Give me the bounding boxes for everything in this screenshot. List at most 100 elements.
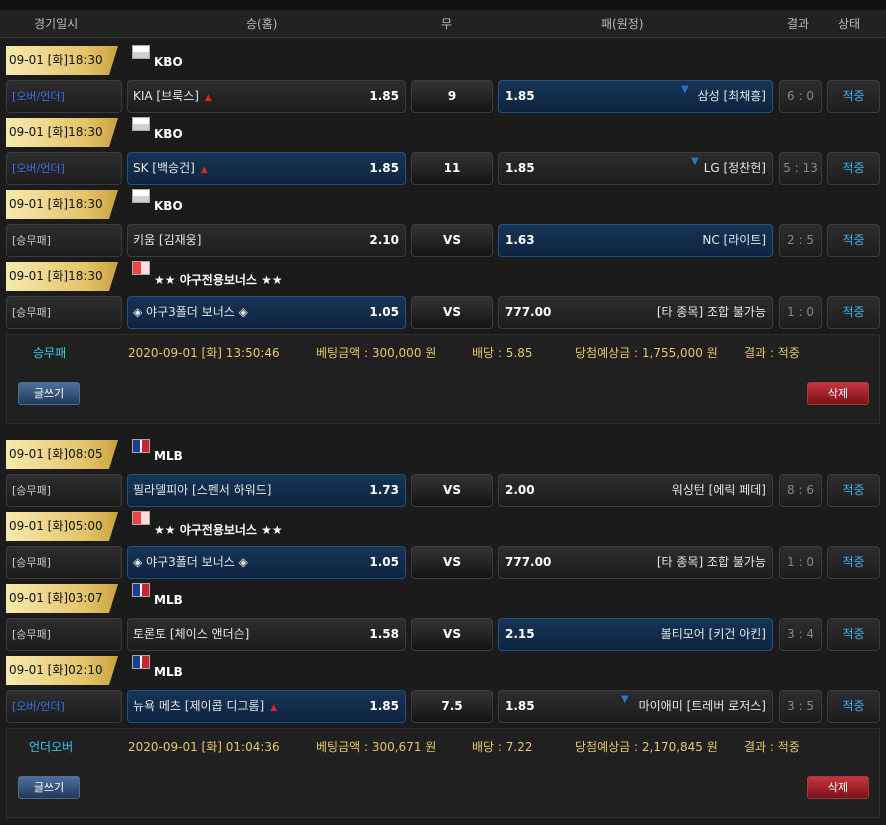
- away-odd: 2.00: [505, 483, 535, 497]
- league-name: KBO: [154, 55, 183, 69]
- game-info-row: 09-01 [화]18:30 KBO: [6, 42, 880, 75]
- write-button[interactable]: 글쓰기: [18, 382, 80, 405]
- status-badge: 적중: [827, 296, 880, 329]
- home-team: KIA [브룩스]: [133, 89, 199, 103]
- away-pick-button[interactable]: 2.00 워싱턴 [에릭 페데]: [498, 474, 773, 507]
- mlb-logo-icon: [132, 583, 150, 597]
- mlb-logo-icon: [132, 655, 150, 669]
- away-pick-button[interactable]: 1.85 ▼ 삼성 [최채흥]: [498, 80, 773, 113]
- summary-odds: 배당 : 7.22: [472, 740, 533, 754]
- game-info-row: 09-01 [화]05:00 ★★ 야구전용보너스 ★★: [6, 508, 880, 541]
- league-name: ★★ 야구전용보너스 ★★: [154, 523, 283, 537]
- summary-kind: 승무패: [33, 346, 67, 360]
- game-date: 09-01 [화]08:05: [6, 440, 118, 469]
- league-name: MLB: [154, 665, 183, 679]
- home-pick-button[interactable]: 토론토 [체이스 앤더슨] 1.58: [127, 618, 406, 651]
- game-result: 2 : 5: [779, 224, 822, 257]
- home-odd: 1.85: [369, 161, 399, 175]
- bet-type: [승무패]: [6, 224, 122, 257]
- bet-row: [오버/언더] KIA [브룩스] ▲ 1.85 9 1.85 ▼ 삼성 [최채흥…: [6, 80, 880, 114]
- summary-expected: 당첨예상금 : 2,170,845 원: [575, 740, 718, 754]
- away-odd: 2.15: [505, 627, 535, 641]
- home-team: SK [백승건]: [133, 161, 195, 175]
- table-header: 경기일시 승(홈) 무 패(원정) 결과 상태: [0, 0, 886, 38]
- away-pick-button[interactable]: 777.00 [타 종목] 조합 불가능: [498, 546, 773, 579]
- game-date: 09-01 [화]18:30: [6, 46, 118, 75]
- home-pick-button[interactable]: 필라델피아 [스펜서 하워드] 1.73: [127, 474, 406, 507]
- summary-odds: 배당 : 5.85: [472, 346, 533, 360]
- home-odd: 2.10: [369, 233, 399, 247]
- home-team: ◈ 야구3폴더 보너스 ◈: [133, 555, 248, 569]
- delete-button[interactable]: 삭제: [807, 382, 869, 405]
- summary-kind: 언더오버: [29, 740, 74, 754]
- away-pick-button[interactable]: 1.63 NC [라이트]: [498, 224, 773, 257]
- bet-row: [승무패] ◈ 야구3폴더 보너스 ◈ 1.05 VS 777.00 [타 종목…: [6, 296, 880, 330]
- bet-row: [승무패] 키움 [김재웅] 2.10 VS 1.63 NC [라이트] 2 :…: [6, 224, 880, 258]
- draw-pick-button[interactable]: 9: [411, 80, 493, 113]
- game-info-row: 09-01 [화]08:05 MLB: [6, 436, 880, 469]
- delete-button[interactable]: 삭제: [807, 776, 869, 799]
- home-pick-button[interactable]: ◈ 야구3폴더 보너스 ◈ 1.05: [127, 546, 406, 579]
- home-team: 뉴욕 메츠 [제이콥 디그롬]: [133, 699, 265, 713]
- home-pick-button[interactable]: 뉴욕 메츠 [제이콥 디그롬] ▲ 1.85: [127, 690, 406, 723]
- write-button[interactable]: 글쓰기: [18, 776, 80, 799]
- bet-type: [오버/언더]: [6, 690, 122, 723]
- mlb-logo-icon: [132, 439, 150, 453]
- away-pick-button[interactable]: 777.00 [타 종목] 조합 불가능: [498, 296, 773, 329]
- header-away: 패(원정): [601, 17, 644, 31]
- home-odd: 1.58: [369, 627, 399, 641]
- game-result: 1 : 0: [779, 546, 822, 579]
- summary-bet-amount: 베팅금액 : 300,671 원: [316, 740, 437, 754]
- draw-pick-button[interactable]: VS: [411, 618, 493, 651]
- bonus-icon: [132, 261, 150, 275]
- header-result: 결과: [787, 17, 810, 31]
- up-arrow-icon: ▲: [270, 703, 278, 713]
- game-result: 8 : 6: [779, 474, 822, 507]
- home-team: 키움 [김재웅]: [133, 233, 202, 247]
- bet-type: [승무패]: [6, 474, 122, 507]
- away-pick-button[interactable]: 1.85 ▼ 마이애미 [트레버 로저스]: [498, 690, 773, 723]
- bet-row: [승무패] 필라델피아 [스펜서 하워드] 1.73 VS 2.00 워싱턴 […: [6, 474, 880, 508]
- home-team: 필라델피아 [스펜서 하워드]: [133, 483, 272, 497]
- summary-result: 결과 : 적중: [744, 346, 800, 360]
- header-status: 상태: [838, 17, 861, 31]
- away-odd: 777.00: [505, 305, 552, 319]
- bonus-icon: [132, 511, 150, 525]
- away-odd: 1.85: [505, 89, 535, 103]
- home-odd: 1.85: [369, 89, 399, 103]
- league-name: MLB: [154, 449, 183, 463]
- draw-pick-button[interactable]: 7.5: [411, 690, 493, 723]
- game-date: 09-01 [화]05:00: [6, 512, 118, 541]
- game-result: 1 : 0: [779, 296, 822, 329]
- home-pick-button[interactable]: ◈ 야구3폴더 보너스 ◈ 1.05: [127, 296, 406, 329]
- home-pick-button[interactable]: 키움 [김재웅] 2.10: [127, 224, 406, 257]
- game-date: 09-01 [화]03:07: [6, 584, 118, 613]
- bet-type: [오버/언더]: [6, 80, 122, 113]
- down-arrow-icon: ▼: [691, 156, 699, 167]
- game-info-row: 09-01 [화]18:30 ★★ 야구전용보너스 ★★: [6, 258, 880, 291]
- draw-pick-button[interactable]: VS: [411, 474, 493, 507]
- away-pick-button[interactable]: 2.15 볼티모어 [키건 아킨]: [498, 618, 773, 651]
- down-arrow-icon: ▼: [621, 694, 629, 705]
- draw-pick-button[interactable]: VS: [411, 296, 493, 329]
- bet-row: [오버/언더] SK [백승건] ▲ 1.85 11 1.85 ▼ LG [정찬헌…: [6, 152, 880, 186]
- away-pick-button[interactable]: 1.85 ▼ LG [정찬헌]: [498, 152, 773, 185]
- draw-pick-button[interactable]: VS: [411, 546, 493, 579]
- draw-pick-button[interactable]: VS: [411, 224, 493, 257]
- bet-type: [승무패]: [6, 546, 122, 579]
- game-date: 09-01 [화]18:30: [6, 118, 118, 147]
- league-name: KBO: [154, 127, 183, 141]
- home-team: ◈ 야구3폴더 보너스 ◈: [133, 305, 248, 319]
- game-info-row: 09-01 [화]02:10 MLB: [6, 652, 880, 685]
- away-odd: 1.85: [505, 161, 535, 175]
- bet-row: [승무패] 토론토 [체이스 앤더슨] 1.58 VS 2.15 볼티모어 [키…: [6, 618, 880, 652]
- away-team: 워싱턴 [에릭 페데]: [671, 483, 766, 497]
- game-result: 3 : 4: [779, 618, 822, 651]
- game-info-row: 09-01 [화]18:30 KBO: [6, 114, 880, 147]
- home-pick-button[interactable]: KIA [브룩스] ▲ 1.85: [127, 80, 406, 113]
- away-team: NC [라이트]: [702, 233, 766, 247]
- draw-pick-button[interactable]: 11: [411, 152, 493, 185]
- home-pick-button[interactable]: SK [백승건] ▲ 1.85: [127, 152, 406, 185]
- status-badge: 적중: [827, 224, 880, 257]
- status-badge: 적중: [827, 546, 880, 579]
